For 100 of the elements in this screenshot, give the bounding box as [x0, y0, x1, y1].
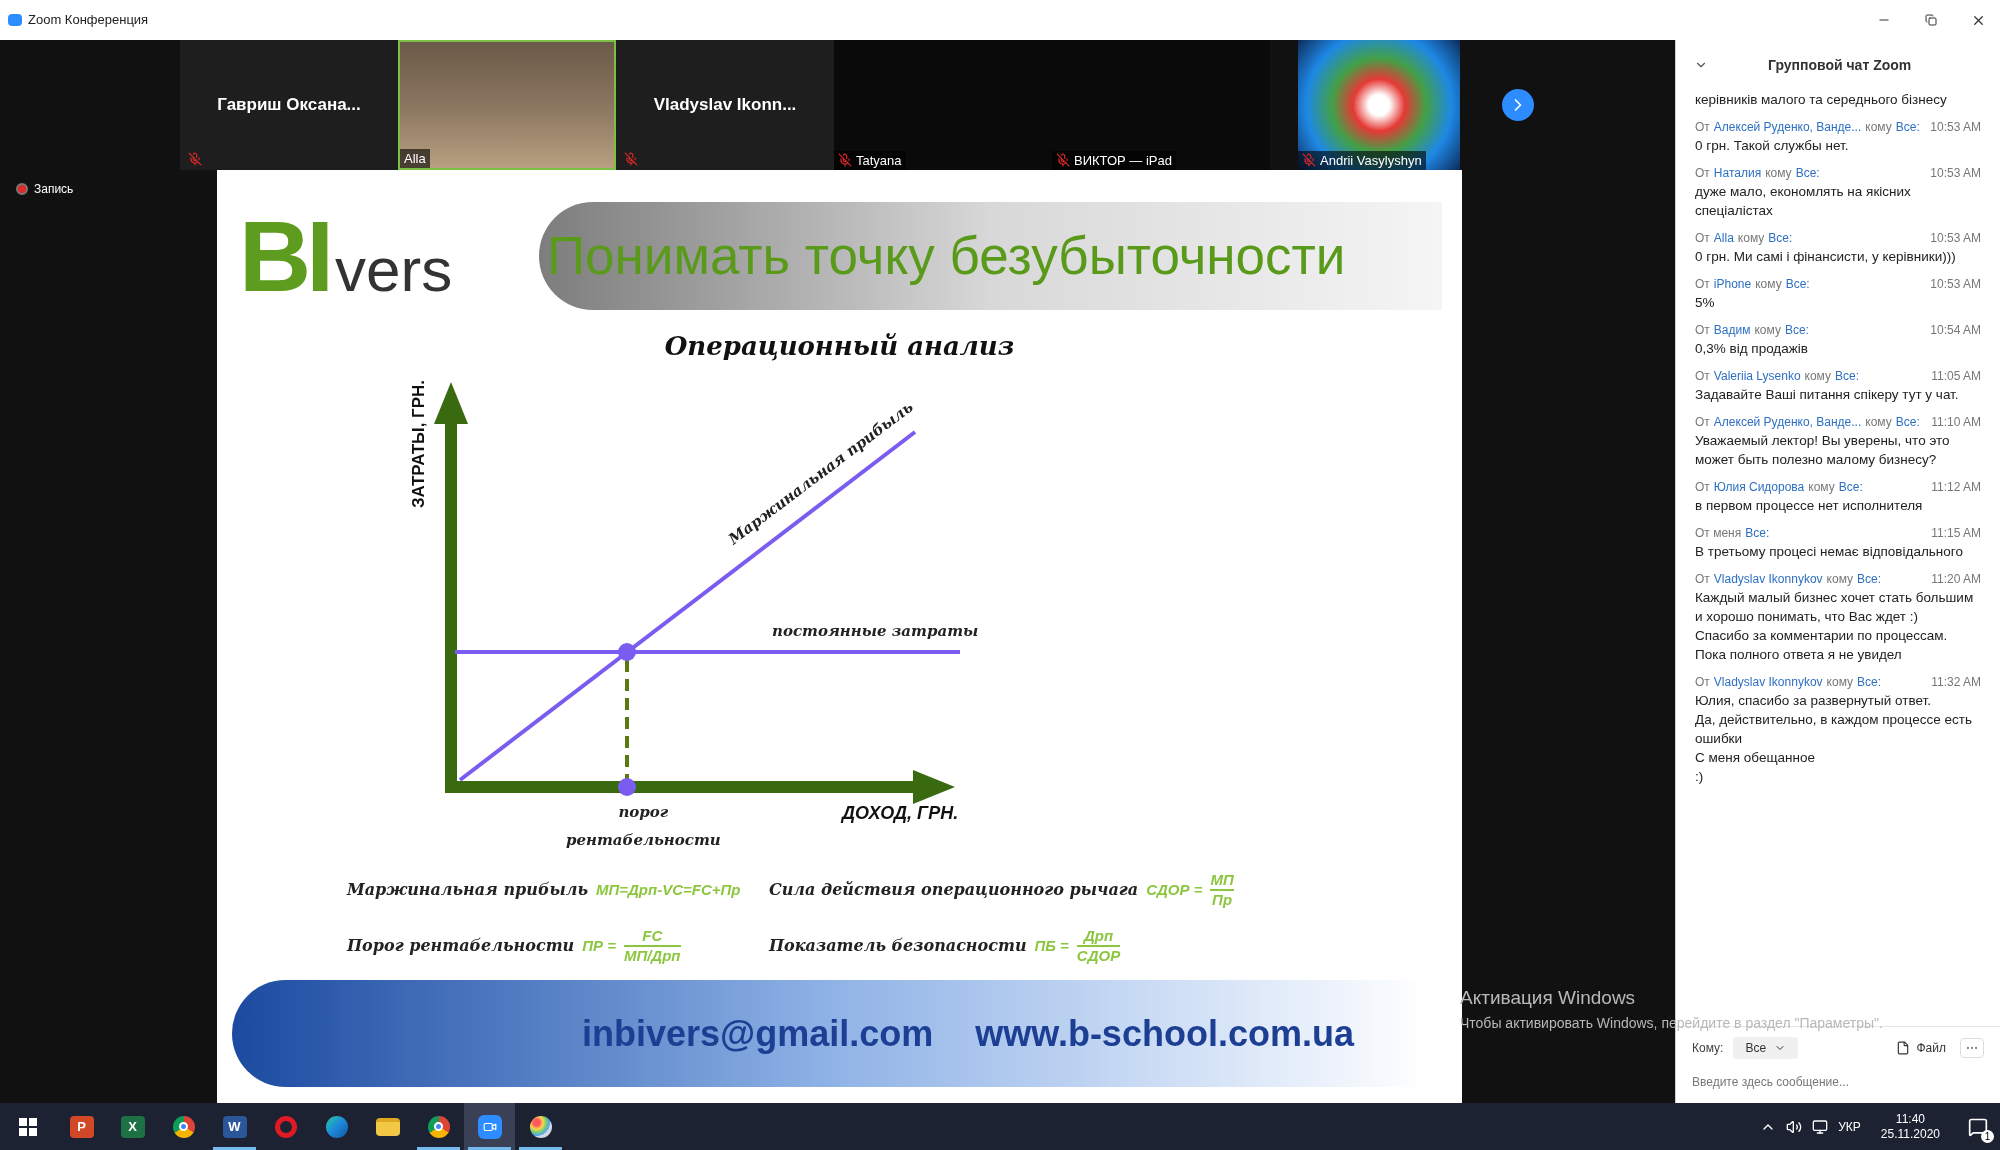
formula-expression: МП=Дрп-VC=FC+Пр [596, 879, 741, 900]
participant-tile[interactable]: Vladyslav Ikonn... [616, 40, 834, 170]
message-header-text: Алексей Руденко, Ванде... [1713, 119, 1862, 136]
more-button[interactable] [1960, 1038, 1984, 1058]
opera-icon [274, 1115, 297, 1138]
message-header-text: кому [1765, 165, 1792, 182]
participant-tile[interactable]: Гавриш Оксана... [180, 40, 398, 170]
message-header-text: кому [1755, 276, 1782, 293]
threshold-point [618, 778, 636, 796]
message-time: 10:53 AM [1930, 276, 1981, 293]
y-axis-label: ЗАТРАТЫ, ГРН. [408, 379, 429, 509]
next-page-button[interactable] [1502, 89, 1534, 121]
message-header-text: Все: [1835, 368, 1860, 385]
message-time: 11:10 AM [1931, 414, 1981, 431]
to-label: Кому: [1692, 1040, 1724, 1057]
file-button[interactable]: Файл [1896, 1039, 1946, 1057]
message-header-text: кому [1808, 479, 1835, 496]
message-text: В третьому процесі немає відповідального [1695, 543, 1964, 561]
participant-name: Vladyslav Ikonn... [653, 94, 797, 117]
folder-icon [375, 1117, 400, 1136]
contact-link[interactable]: inbivers@gmail.com [582, 1006, 934, 1061]
message-time: 10:53 AM [1930, 119, 1981, 136]
message-header-text: Все: [1784, 322, 1809, 339]
title-banner: Понимать точку безубыточности [539, 201, 1442, 310]
taskbar-app-button[interactable]: P [56, 1103, 107, 1150]
message-time: 11:32 AM [1931, 674, 1981, 691]
zoom-logo-icon [8, 14, 22, 26]
message-header-text: кому [1865, 414, 1892, 431]
message-time: 10:54 AM [1930, 322, 1981, 339]
message-header-text: Юлия Сидорова [1713, 479, 1805, 496]
chat-title: Групповой чат Zoom [1768, 55, 1912, 75]
edge-icon [325, 1115, 348, 1138]
video-camera-icon [477, 1114, 502, 1139]
message-text: 5% [1695, 294, 1716, 312]
taskbar-app-button[interactable]: X [107, 1103, 158, 1150]
speaker-icon[interactable] [1786, 1118, 1803, 1135]
threshold-label: порог рентабельности [566, 802, 721, 851]
recording-label: Запись [34, 181, 74, 198]
palette-icon [529, 1115, 552, 1138]
participant-name: Alla [404, 149, 426, 168]
participant-name: Andrii Vasylyshyn [1320, 151, 1422, 170]
intersection-point [618, 643, 636, 661]
message-header-text: От [1695, 276, 1710, 293]
message-text: 0 грн. Такой службы нет. [1695, 137, 1850, 155]
message-text: Юлия, спасибо за развернутый ответ. [1695, 692, 1932, 710]
notification-count: 1 [1981, 1129, 1994, 1143]
message-header-text: Вадим [1713, 322, 1751, 339]
network-icon[interactable] [1812, 1118, 1829, 1135]
x-axis-label: ДОХОД, ГРН. [842, 802, 959, 825]
message-text: в первом процессе нет исполнителя [1695, 497, 1924, 515]
message-header-text: кому [1804, 368, 1831, 385]
powerpoint-icon: P [69, 1115, 94, 1138]
fraction-numerator: МП [1210, 871, 1234, 889]
formula-label: Показатель безопасности [769, 935, 1027, 957]
clock-time[interactable]: 11:40 [1895, 1111, 1925, 1127]
formula-label: Порог рентабельности [347, 935, 575, 957]
message-text: С меня обещанное [1695, 749, 1816, 767]
message-header-text: Все: [1895, 119, 1920, 136]
message-header-text: Valeriia Lysenko [1713, 368, 1801, 385]
excel-icon: X [120, 1115, 145, 1138]
message-text: керівників малого та середнього бізнесу [1695, 91, 1948, 109]
message-header-text: От [1695, 119, 1710, 136]
message-text: дуже мало, економлять на якісних спеціалістах [1695, 183, 1912, 220]
language-indicator[interactable]: УКР [1838, 1117, 1861, 1136]
message-time: 11:20 AM [1931, 571, 1981, 588]
message-input[interactable]: Введите здесь сообщение... [1692, 1073, 1984, 1091]
fraction-denominator: СДОР [1076, 947, 1121, 965]
chrome-icon [172, 1115, 195, 1138]
message-header-text: Все: [1795, 165, 1820, 182]
formula-expression: СДОР = [1146, 879, 1203, 900]
participant-tile[interactable]: ВИКТОР — iPad [1052, 40, 1270, 170]
contact-link[interactable]: www.b-school.com.ua [975, 1006, 1354, 1061]
fixed-costs-label: постоянные затраты [772, 621, 979, 642]
message-header-text: iPhone [1713, 276, 1752, 293]
message-text: Уважаемый лектор! Вы уверены, что это может быть полезно малому бизнесу? [1695, 432, 1951, 469]
clock-date[interactable]: 25.11.2020 [1880, 1126, 1940, 1142]
message-header-text: кому [1737, 230, 1765, 247]
notifications-button[interactable]: 1 [1964, 1112, 1992, 1141]
participant-name: Tatyana [856, 151, 902, 170]
message-header-text: Vladyslav Ikonnykov [1713, 571, 1823, 588]
message-header-text: Все: [1857, 674, 1882, 691]
recipient-dropdown[interactable]: Все [1733, 1037, 1799, 1059]
logo: BIvers [239, 210, 454, 301]
message-header-text: Все: [1838, 479, 1863, 496]
message-header-text: Все: [1745, 525, 1770, 542]
participant-tile[interactable]: Tatyana [834, 40, 1052, 170]
message-header-text: От [1695, 674, 1710, 691]
message-header-text: Alla [1713, 230, 1734, 247]
taskbar-app-button[interactable]: W [209, 1103, 260, 1150]
message-time: 10:53 AM [1930, 165, 1981, 182]
restore-icon[interactable] [1925, 14, 1937, 26]
message-header-text: От [1695, 571, 1710, 588]
chrome-icon [427, 1115, 450, 1138]
message-header-text: Все: [1768, 230, 1793, 247]
message-header-text: От [1695, 322, 1710, 339]
taskbar-app-button[interactable] [464, 1103, 515, 1150]
message-time: 11:12 AM [1931, 479, 1981, 496]
fraction-numerator: FC [642, 927, 663, 945]
message-header-text: От [1695, 368, 1710, 385]
message-text: Спасибо за комментарии по процессам. Пока полного ответа я не увидел [1695, 627, 1949, 664]
